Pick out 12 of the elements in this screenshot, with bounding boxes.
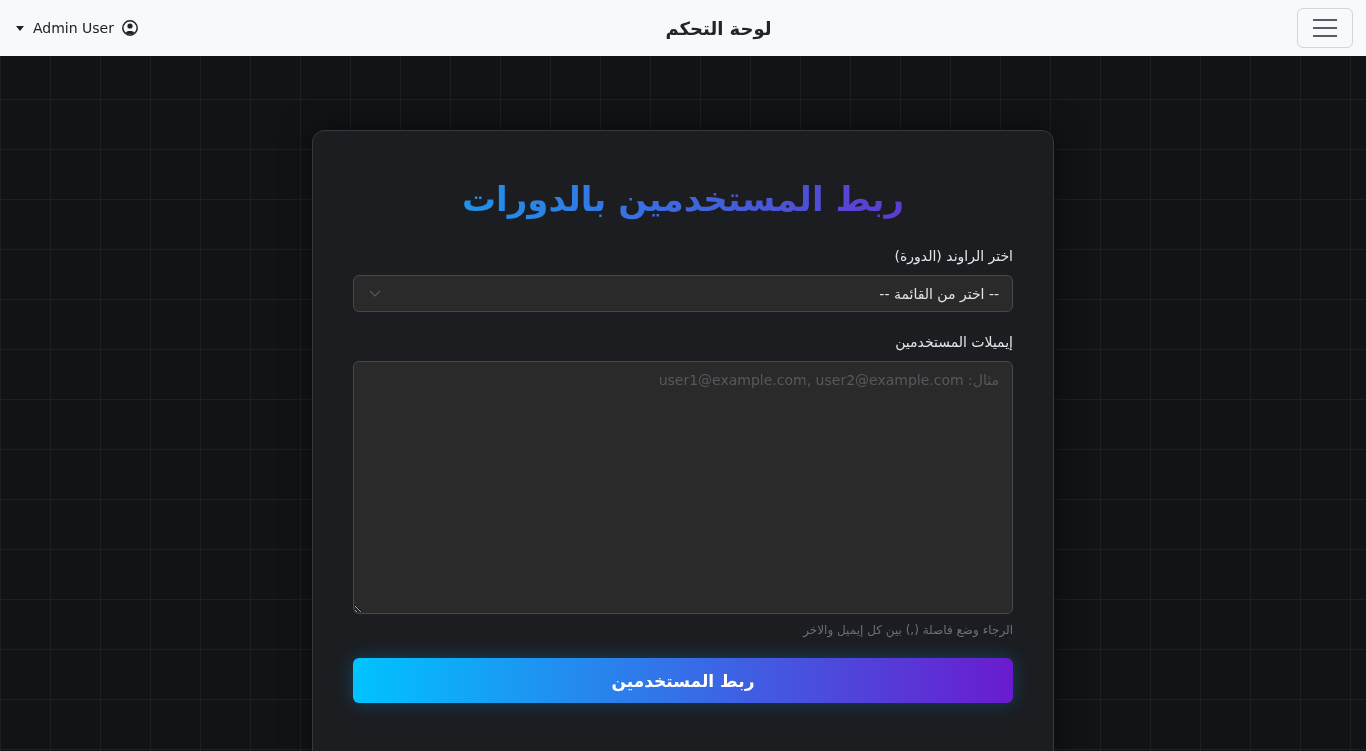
submit-button[interactable]: ربط المستخدمين bbox=[353, 658, 1013, 703]
help-text: الرجاء وضع فاصلة (,) بين كل إيميل والاخر bbox=[803, 622, 1013, 638]
navbar-brand[interactable]: لوحة التحكم bbox=[665, 17, 772, 39]
user-circle-icon bbox=[122, 20, 138, 36]
menu-button[interactable] bbox=[1297, 8, 1353, 48]
field-label: إيميلات المستخدمين bbox=[895, 333, 1013, 352]
caret-down-icon bbox=[16, 25, 24, 31]
chevron-down-icon bbox=[369, 290, 381, 297]
menu-icon bbox=[1313, 19, 1337, 37]
field-label: اختر الراوند (الدورة) bbox=[894, 247, 1013, 266]
round-select[interactable]: -- اختر من القائمة -- bbox=[353, 275, 1013, 312]
user-menu-button[interactable]: Admin User bbox=[14, 16, 140, 40]
